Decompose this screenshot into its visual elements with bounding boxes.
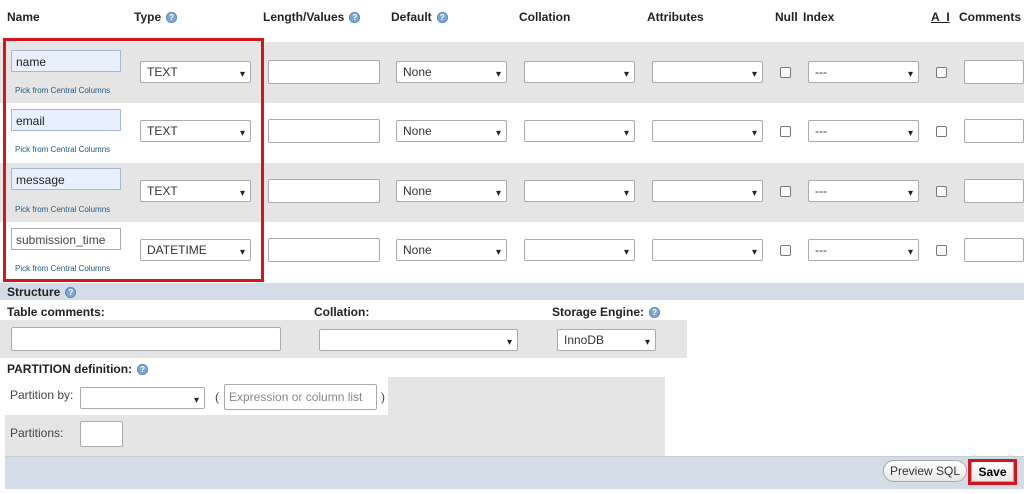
help-icon[interactable]: ? <box>349 12 361 24</box>
chevron-down-icon: ▾ <box>623 69 629 80</box>
chevron-down-icon: ▾ <box>193 395 199 406</box>
column-header-length: Length/Values? <box>263 10 361 24</box>
paren-open: ( <box>215 390 219 404</box>
attributes-select[interactable]: ▾ <box>652 239 763 261</box>
chevron-down-icon: ▾ <box>751 69 757 80</box>
partitions-label: Partitions: <box>10 426 64 440</box>
partitions-input[interactable] <box>80 421 123 447</box>
chevron-down-icon: ▾ <box>907 188 913 199</box>
table-comments-input[interactable] <box>11 327 281 351</box>
column-header-collation: Collation <box>519 10 571 24</box>
null-checkbox[interactable] <box>780 126 791 137</box>
chevron-down-icon: ▾ <box>907 69 913 80</box>
ai-checkbox[interactable] <box>936 186 947 197</box>
column-header-index: Index <box>803 10 835 24</box>
index-select[interactable]: --- ▾ <box>808 120 919 142</box>
help-icon[interactable]: ? <box>166 12 178 24</box>
index-select[interactable]: --- ▾ <box>808 239 919 261</box>
footer-bar <box>5 456 1024 489</box>
help-icon[interactable]: ? <box>65 287 77 299</box>
chevron-down-icon: ▾ <box>623 128 629 139</box>
null-checkbox[interactable] <box>780 186 791 197</box>
table-comments-label: Table comments: <box>7 305 105 319</box>
column-header-type: Type? <box>134 10 178 24</box>
collation-select[interactable]: ▾ <box>524 61 635 83</box>
preview-sql-button[interactable]: Preview SQL <box>883 460 967 482</box>
chevron-down-icon: ▾ <box>495 128 501 139</box>
attributes-select[interactable]: ▾ <box>652 180 763 202</box>
structure-title: Structure? <box>7 285 77 299</box>
length-values-input[interactable] <box>268 60 380 84</box>
expression-input[interactable]: Expression or column list <box>224 384 377 410</box>
null-checkbox[interactable] <box>780 67 791 78</box>
chevron-down-icon: ▾ <box>623 247 629 258</box>
index-select[interactable]: --- ▾ <box>808 180 919 202</box>
partition-by-label: Partition by: <box>10 388 74 402</box>
collation-select[interactable]: ▾ <box>524 239 635 261</box>
comments-input[interactable] <box>964 179 1024 203</box>
attributes-select[interactable]: ▾ <box>652 61 763 83</box>
comments-input[interactable] <box>964 119 1024 143</box>
column-header-comments: Comments <box>959 10 1022 24</box>
chevron-down-icon: ▾ <box>644 337 650 348</box>
column-header-name: Name <box>7 10 40 24</box>
length-values-input[interactable] <box>268 119 380 143</box>
chevron-down-icon: ▾ <box>623 188 629 199</box>
ai-checkbox[interactable] <box>936 126 947 137</box>
chevron-down-icon: ▾ <box>751 128 757 139</box>
chevron-down-icon: ▾ <box>907 128 913 139</box>
chevron-down-icon: ▾ <box>495 69 501 80</box>
collation-select[interactable]: ▾ <box>524 120 635 142</box>
comments-input[interactable] <box>964 60 1024 84</box>
column-header-attributes: Attributes <box>647 10 704 24</box>
index-select[interactable]: --- ▾ <box>808 61 919 83</box>
chevron-down-icon: ▾ <box>495 247 501 258</box>
chevron-down-icon: ▾ <box>751 247 757 258</box>
column-header-ai: A_I <box>931 10 950 24</box>
table-collation-select[interactable]: ▾ <box>319 329 518 351</box>
chevron-down-icon: ▾ <box>751 188 757 199</box>
partition-title: PARTITION definition:? <box>7 362 149 376</box>
ai-checkbox[interactable] <box>936 67 947 78</box>
chevron-down-icon: ▾ <box>495 188 501 199</box>
collation-label: Collation: <box>314 305 370 319</box>
collation-select[interactable]: ▾ <box>524 180 635 202</box>
null-checkbox[interactable] <box>780 245 791 256</box>
structure-header <box>0 283 1024 300</box>
length-values-input[interactable] <box>268 179 380 203</box>
column-header-null: Null <box>775 10 798 24</box>
chevron-down-icon: ▾ <box>907 247 913 258</box>
default-select[interactable]: None ▾ <box>396 239 507 261</box>
default-select[interactable]: None ▾ <box>396 61 507 83</box>
storage-engine-select[interactable]: InnoDB ▾ <box>557 329 656 351</box>
help-icon[interactable]: ? <box>649 307 661 319</box>
help-icon[interactable]: ? <box>436 12 448 24</box>
comments-input[interactable] <box>964 238 1024 262</box>
default-select[interactable]: None ▾ <box>396 120 507 142</box>
default-select[interactable]: None ▾ <box>396 180 507 202</box>
ai-checkbox[interactable] <box>936 245 947 256</box>
paren-close: ) <box>381 390 385 404</box>
highlight-box-names <box>3 38 264 282</box>
column-header-default: Default? <box>391 10 448 24</box>
length-values-input[interactable] <box>268 238 380 262</box>
highlight-box-save <box>968 459 1017 485</box>
help-icon[interactable]: ? <box>137 364 149 376</box>
partition-by-select[interactable]: ▾ <box>80 387 205 409</box>
storage-engine-label: Storage Engine:? <box>552 305 661 319</box>
attributes-select[interactable]: ▾ <box>652 120 763 142</box>
chevron-down-icon: ▾ <box>506 337 512 348</box>
